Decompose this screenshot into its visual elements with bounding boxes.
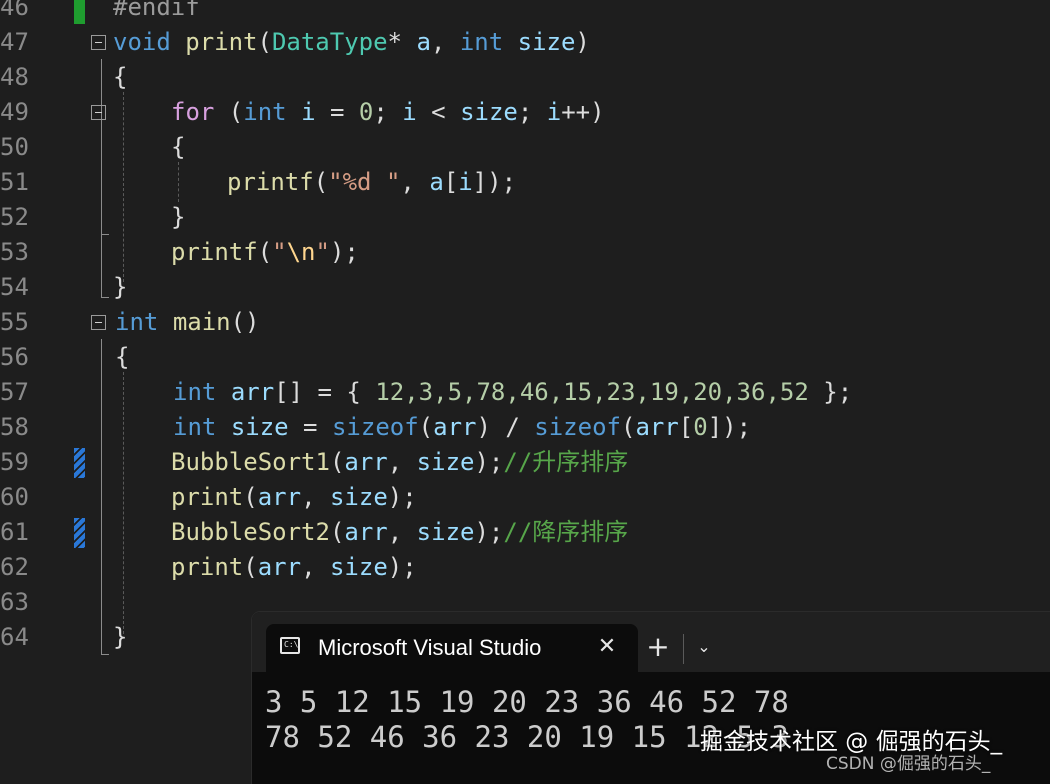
code-line: 56 {: [0, 340, 1050, 375]
code-text: printf("\n");: [171, 238, 359, 266]
code-text: {: [115, 343, 130, 371]
line-number: 59: [0, 448, 29, 476]
code-line: 51 printf("%d ", a[i]);: [0, 165, 1050, 200]
line-number: 61: [0, 518, 29, 546]
code-comment: //升序排序: [503, 448, 629, 476]
code-line: 52 }: [0, 200, 1050, 235]
code-comment: //降序排序: [503, 518, 629, 546]
console-tab-title: Microsoft Visual Studio: [318, 635, 542, 660]
console-titlebar[interactable]: Microsoft Visual Studio ✕ + ⌄: [252, 612, 1050, 672]
line-number: 56: [0, 343, 29, 371]
code-text: }: [171, 203, 186, 231]
code-line: 48 {: [0, 60, 1050, 95]
code-line: 47 void print(DataType* a, int size): [0, 25, 1050, 60]
line-number: 49: [0, 98, 29, 126]
console-output-line: 3 5 12 15 19 20 23 36 46 52 78: [265, 685, 789, 719]
code-text: for (int i = 0; i < size; i++): [171, 98, 605, 126]
line-number: 64: [0, 623, 29, 651]
terminal-icon: [280, 637, 300, 654]
code-text: }: [113, 623, 128, 651]
code-line: 53 printf("\n");: [0, 235, 1050, 270]
code-line: 57 int arr[] = { 12,3,5,78,46,15,23,19,2…: [0, 375, 1050, 410]
line-number: 58: [0, 413, 29, 441]
code-line: 54 }: [0, 270, 1050, 305]
new-tab-button[interactable]: +: [645, 633, 671, 661]
code-text: int main(): [115, 308, 260, 336]
code-text: BubbleSort2(arr, size);//降序排序: [171, 518, 629, 546]
code-line: 61 BubbleSort2(arr, size);//降序排序: [0, 515, 1050, 550]
preprocessor-directive: #endif: [113, 0, 200, 21]
chevron-down-icon[interactable]: ⌄: [694, 634, 714, 660]
line-number: 55: [0, 308, 29, 336]
watermark: CSDN @倔强的石头_: [826, 754, 991, 774]
code-text: {: [171, 133, 186, 161]
code-text: {: [113, 63, 128, 91]
code-line: 46 #endif: [0, 0, 1050, 25]
code-text: BubbleSort1(arr, size);//升序排序: [171, 448, 629, 476]
code-line: 59 BubbleSort1(arr, size);//升序排序: [0, 445, 1050, 480]
line-number: 48: [0, 63, 29, 91]
line-number: 50: [0, 133, 29, 161]
line-number: 62: [0, 553, 29, 581]
line-number: 46: [0, 0, 29, 21]
close-icon[interactable]: ✕: [596, 636, 618, 658]
console-tab[interactable]: Microsoft Visual Studio ✕: [266, 624, 638, 672]
code-line: 60 print(arr, size);: [0, 480, 1050, 515]
code-line: 55 int main(): [0, 305, 1050, 340]
code-text: print(arr, size);: [171, 553, 417, 581]
line-number: 60: [0, 483, 29, 511]
titlebar-divider: [683, 634, 684, 664]
code-text: int arr[] = { 12,3,5,78,46,15,23,19,20,3…: [173, 378, 853, 406]
code-line: 58 int size = sizeof(arr) / sizeof(arr[0…: [0, 410, 1050, 445]
line-number: 63: [0, 588, 29, 616]
line-number: 57: [0, 378, 29, 406]
line-number: 51: [0, 168, 29, 196]
code-text: printf("%d ", a[i]);: [227, 168, 517, 196]
code-line: 49 for (int i = 0; i < size; i++): [0, 95, 1050, 130]
code-text: int size = sizeof(arr) / sizeof(arr[0]);: [173, 413, 752, 441]
code-line: 62 print(arr, size);: [0, 550, 1050, 585]
code-text: print(arr, size);: [171, 483, 417, 511]
line-number: 47: [0, 28, 29, 56]
code-text: }: [113, 273, 128, 301]
code-line: 50 {: [0, 130, 1050, 165]
line-number: 53: [0, 238, 29, 266]
line-number: 52: [0, 203, 29, 231]
code-text: void print(DataType* a, int size): [113, 28, 590, 56]
line-number: 54: [0, 273, 29, 301]
